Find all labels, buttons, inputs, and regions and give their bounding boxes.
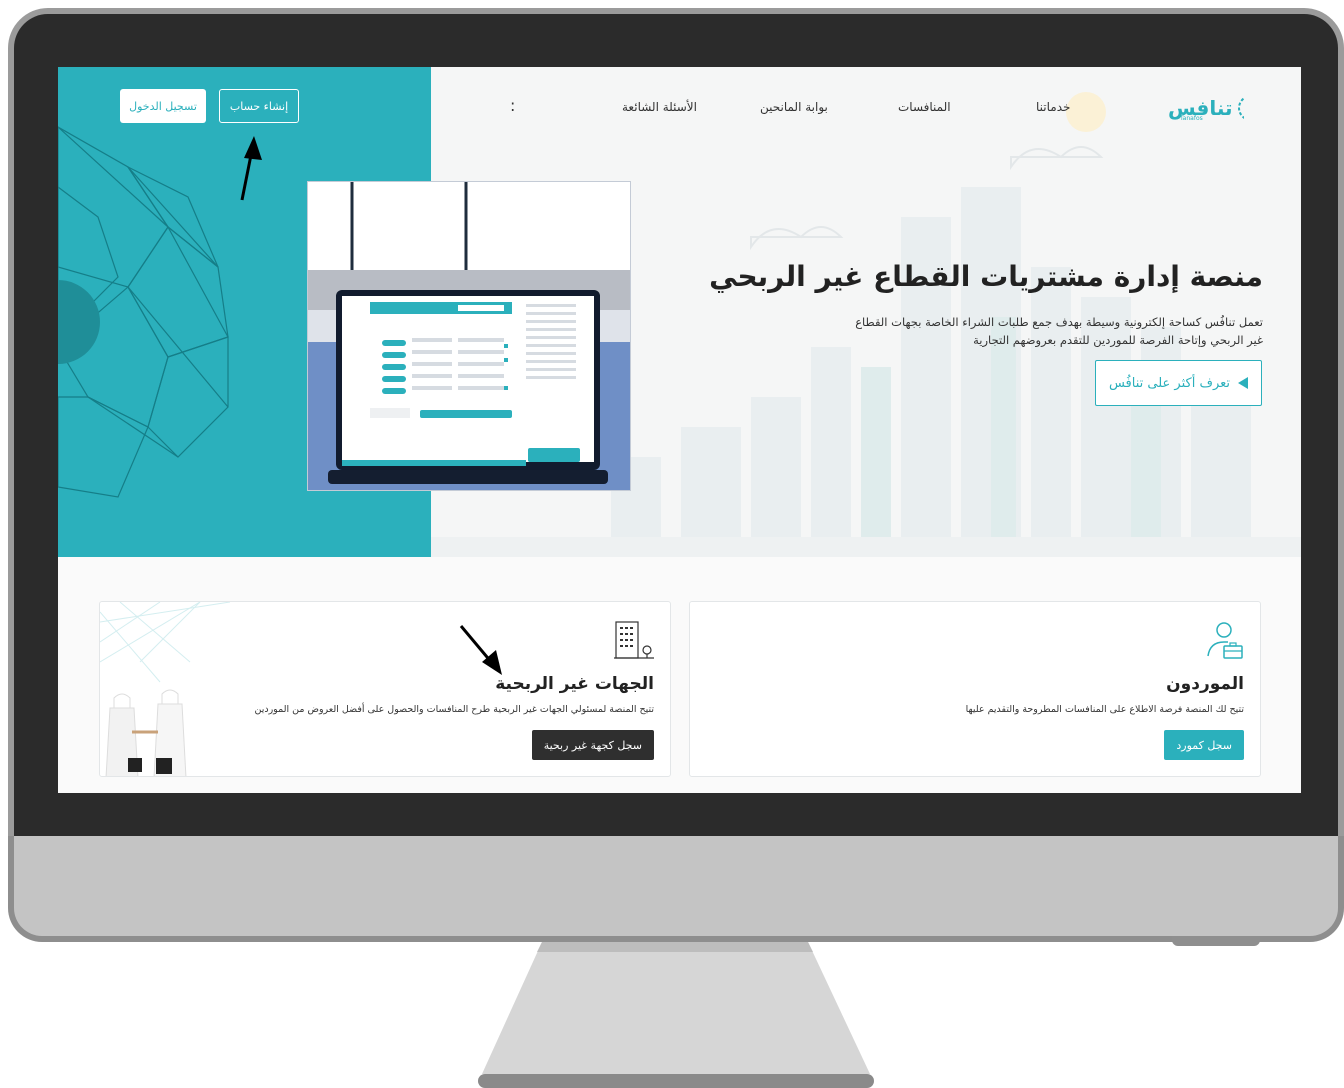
annotation-arrows bbox=[240, 136, 502, 675]
arrow-down-right-icon bbox=[459, 625, 502, 675]
arrow-up-icon bbox=[240, 136, 262, 201]
